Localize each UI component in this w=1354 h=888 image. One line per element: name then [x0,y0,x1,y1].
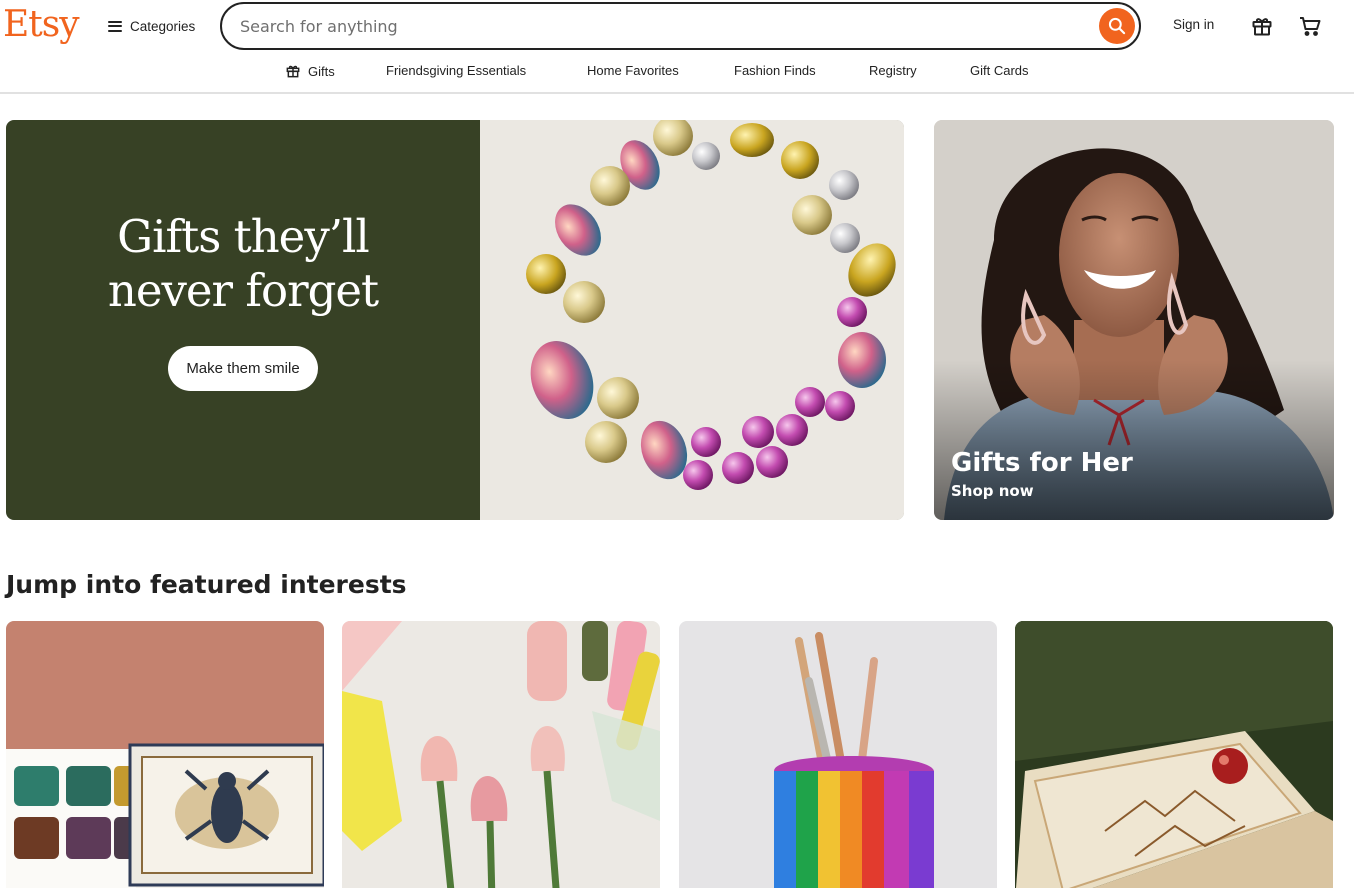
nav-item-label: Registry [869,63,917,78]
origami-pencil-holder-image [679,621,997,888]
gifts-for-her-title: Gifts for Her [951,448,1133,478]
nav-item-label: Gift Cards [970,63,1029,78]
interest-card-wood-tray[interactable] [1015,621,1333,888]
nav-item-gift-cards[interactable]: Gift Cards [970,63,1029,78]
nav-item-gifts[interactable]: Gifts [285,63,335,79]
paint-kit-image [6,621,324,888]
hero-headline-line-2: never forget [107,263,379,317]
etsy-logo[interactable]: Etsy [3,2,80,48]
category-nav: Gifts Friendsgiving Essentials Home Favo… [0,52,1354,94]
hero-text-panel: Gifts they’ll never forget Make them smi… [6,120,480,520]
sign-in-link[interactable]: Sign in [1173,17,1214,32]
gift-icon[interactable] [1249,13,1275,39]
ornament-wreath-illustration [480,120,904,520]
search-input[interactable] [222,4,1099,48]
hamburger-icon [108,20,122,32]
interest-card-paint-kit[interactable] [6,621,324,888]
nav-item-home-favorites[interactable]: Home Favorites [587,63,679,78]
hero-headline: Gifts they’ll never forget [107,209,379,318]
search-bar [220,2,1141,50]
make-them-smile-button[interactable]: Make them smile [168,345,318,391]
nav-item-label: Fashion Finds [734,63,816,78]
categories-button[interactable]: Categories [108,14,195,38]
gifts-for-her-card[interactable]: Gifts for Her Shop now [934,120,1334,520]
nav-item-label: Friendsgiving Essentials [386,63,527,78]
nav-item-label: Home Favorites [587,63,679,78]
interest-card-origami-holder[interactable] [679,621,997,888]
search-button[interactable] [1099,8,1135,44]
interest-card-paper-flowers[interactable] [342,621,660,888]
nav-item-fashion-finds[interactable]: Fashion Finds [734,63,816,78]
categories-label: Categories [130,18,196,34]
gift-icon [286,65,300,78]
search-icon [1108,17,1126,35]
shop-now-link[interactable]: Shop now [951,482,1034,500]
featured-interests-heading: Jump into featured interests [6,570,407,599]
hero-headline-line-1: Gifts they’ll [117,209,370,263]
nav-item-friendsgiving-essentials[interactable]: Friendsgiving Essentials [386,63,526,78]
cart-icon[interactable] [1297,13,1323,39]
nav-item-registry[interactable]: Registry [869,63,917,78]
ornament-wreath-image [480,120,904,520]
site-header: Etsy Categories Sign in [0,0,1354,52]
hero-banner[interactable]: Gifts they’ll never forget Make them smi… [6,120,904,520]
paper-flowers-image [342,621,660,888]
nav-item-label: Gifts [308,63,335,79]
wooden-tray-image [1015,621,1333,888]
